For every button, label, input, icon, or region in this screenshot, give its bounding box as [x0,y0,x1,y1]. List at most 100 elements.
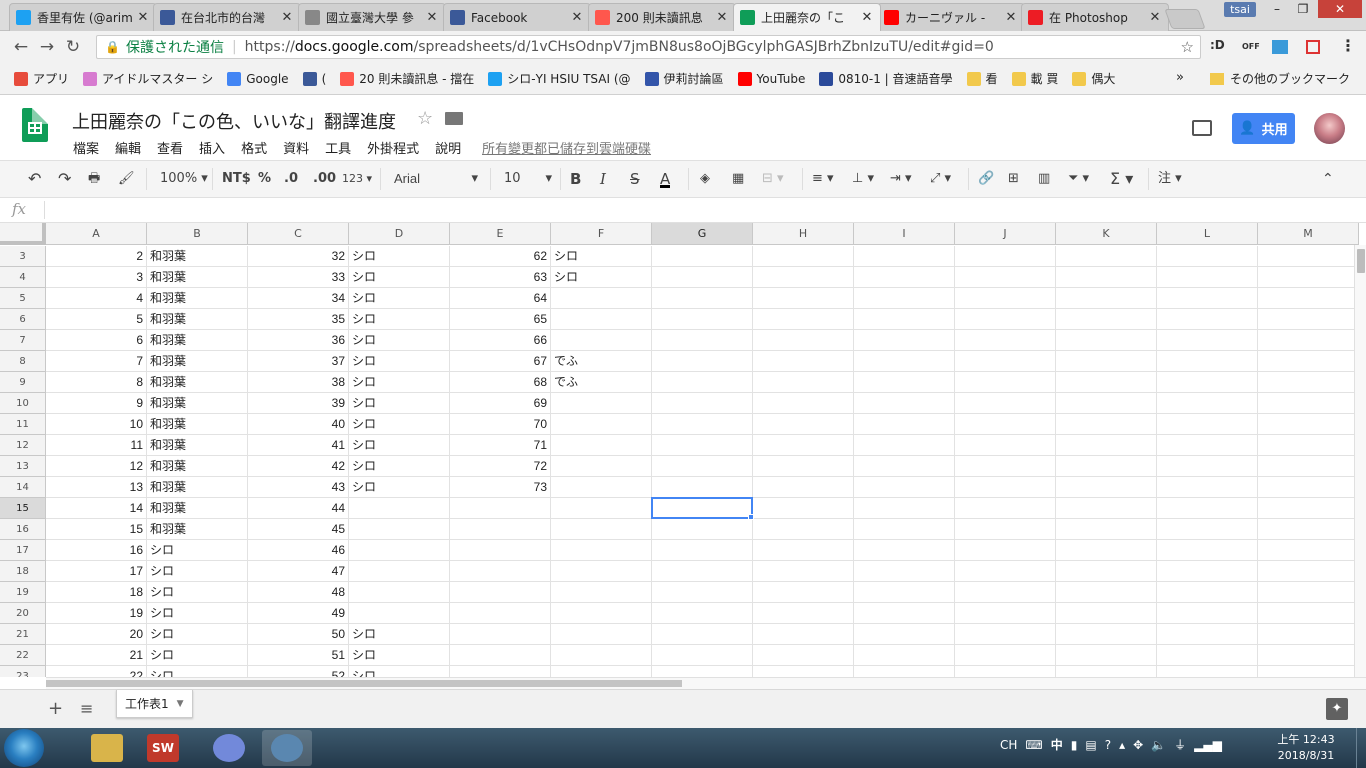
table-cell[interactable] [955,603,1056,624]
close-tab-icon[interactable]: ✕ [280,10,294,25]
active-cell-selection[interactable] [651,497,753,519]
table-cell[interactable]: 33 [248,267,349,288]
table-cell[interactable] [1157,435,1258,456]
increase-decimal-button[interactable]: .00 [313,170,336,188]
table-cell[interactable] [854,288,955,309]
table-cell[interactable] [854,582,955,603]
column-header[interactable]: K [1056,223,1157,245]
table-cell[interactable]: 22 [46,666,147,677]
table-cell[interactable]: シロ [349,309,450,330]
other-bookmarks-folder[interactable]: その他のブックマーク [1210,70,1350,87]
table-cell[interactable] [349,540,450,561]
table-cell[interactable] [753,645,854,666]
table-cell[interactable] [450,582,551,603]
table-cell[interactable]: 64 [450,288,551,309]
column-header[interactable]: M [1258,223,1359,245]
column-header[interactable]: L [1157,223,1258,245]
show-desktop-button[interactable] [1356,728,1366,768]
table-cell[interactable] [955,456,1056,477]
table-cell[interactable]: シロ [349,330,450,351]
table-cell[interactable] [1056,540,1157,561]
browser-tab[interactable]: 香里有佐 (@arim ✕ [9,3,157,31]
table-cell[interactable] [1157,393,1258,414]
close-tab-icon[interactable]: ✕ [1148,10,1162,25]
table-cell[interactable] [652,561,753,582]
table-cell[interactable]: シロ [147,624,248,645]
fullwidth-icon[interactable]: ▮ [1071,738,1078,752]
table-cell[interactable]: シロ [349,288,450,309]
menu-item[interactable]: 工具 [325,138,351,157]
table-cell[interactable] [854,540,955,561]
menu-item[interactable]: 編輯 [115,138,141,157]
table-cell[interactable]: 3 [46,267,147,288]
menu-item[interactable]: 外掛程式 [367,138,419,157]
table-cell[interactable] [1157,246,1258,267]
column-header[interactable]: A [46,223,147,245]
table-cell[interactable] [1056,624,1157,645]
table-cell[interactable] [1157,456,1258,477]
table-cell[interactable] [450,603,551,624]
browser-tab[interactable]: カーニヴァル - ✕ [877,3,1025,31]
table-cell[interactable]: 和羽葉 [147,519,248,540]
row-header[interactable]: 22 [0,645,46,666]
table-cell[interactable]: 11 [46,435,147,456]
table-cell[interactable]: シロ [349,351,450,372]
table-cell[interactable] [753,624,854,645]
ext-d-icon[interactable]: :D [1210,38,1225,56]
table-cell[interactable]: 21 [46,645,147,666]
table-cell[interactable] [1258,603,1359,624]
table-cell[interactable]: 50 [248,624,349,645]
table-cell[interactable] [1056,666,1157,677]
folder-icon[interactable] [445,112,463,125]
table-cell[interactable] [854,435,955,456]
table-cell[interactable]: シロ [147,582,248,603]
table-cell[interactable] [955,666,1056,677]
table-cell[interactable]: 46 [248,540,349,561]
italic-button[interactable]: I [600,170,606,188]
close-tab-icon[interactable]: ✕ [715,10,729,25]
table-cell[interactable] [551,456,652,477]
font-select[interactable]: Arial ▾ [394,170,478,188]
star-icon[interactable]: ☆ [417,108,433,129]
share-button[interactable]: 👤 共用 [1232,113,1295,144]
table-cell[interactable] [1258,645,1359,666]
table-cell[interactable] [955,414,1056,435]
table-cell[interactable]: 45 [248,519,349,540]
table-cell[interactable]: 9 [46,393,147,414]
table-cell[interactable] [854,519,955,540]
table-cell[interactable] [854,393,955,414]
table-cell[interactable] [1056,372,1157,393]
row-header[interactable]: 20 [0,603,46,624]
table-cell[interactable]: シロ [349,624,450,645]
table-cell[interactable] [1258,309,1359,330]
table-cell[interactable] [1056,519,1157,540]
table-cell[interactable] [1258,435,1359,456]
table-cell[interactable]: シロ [147,603,248,624]
taskbar-app[interactable]: SW [138,730,188,766]
table-cell[interactable]: シロ [349,246,450,267]
table-cell[interactable] [753,246,854,267]
avatar[interactable] [1314,113,1345,144]
explore-icon[interactable]: ✦ [1326,698,1348,720]
table-cell[interactable]: 73 [450,477,551,498]
table-cell[interactable] [551,309,652,330]
table-cell[interactable]: 和羽葉 [147,309,248,330]
percent-format-button[interactable]: % [258,170,271,188]
table-cell[interactable] [955,624,1056,645]
table-cell[interactable] [753,309,854,330]
table-cell[interactable] [551,414,652,435]
row-header[interactable]: 4 [0,267,46,288]
table-cell[interactable] [1157,519,1258,540]
row-header[interactable]: 21 [0,624,46,645]
doc-title[interactable]: 上田麗奈の「この色、いいな」翻譯進度 [72,108,396,134]
row-header[interactable]: 14 [0,477,46,498]
table-cell[interactable] [1056,414,1157,435]
table-cell[interactable]: 68 [450,372,551,393]
collapse-toolbar-icon[interactable]: ⌃ [1322,170,1334,188]
bookmark-item[interactable]: 載 買 [1011,70,1058,87]
table-cell[interactable]: シロ [147,645,248,666]
table-cell[interactable] [1157,666,1258,677]
table-cell[interactable] [652,330,753,351]
table-cell[interactable] [753,288,854,309]
menu-item[interactable]: 格式 [241,138,267,157]
